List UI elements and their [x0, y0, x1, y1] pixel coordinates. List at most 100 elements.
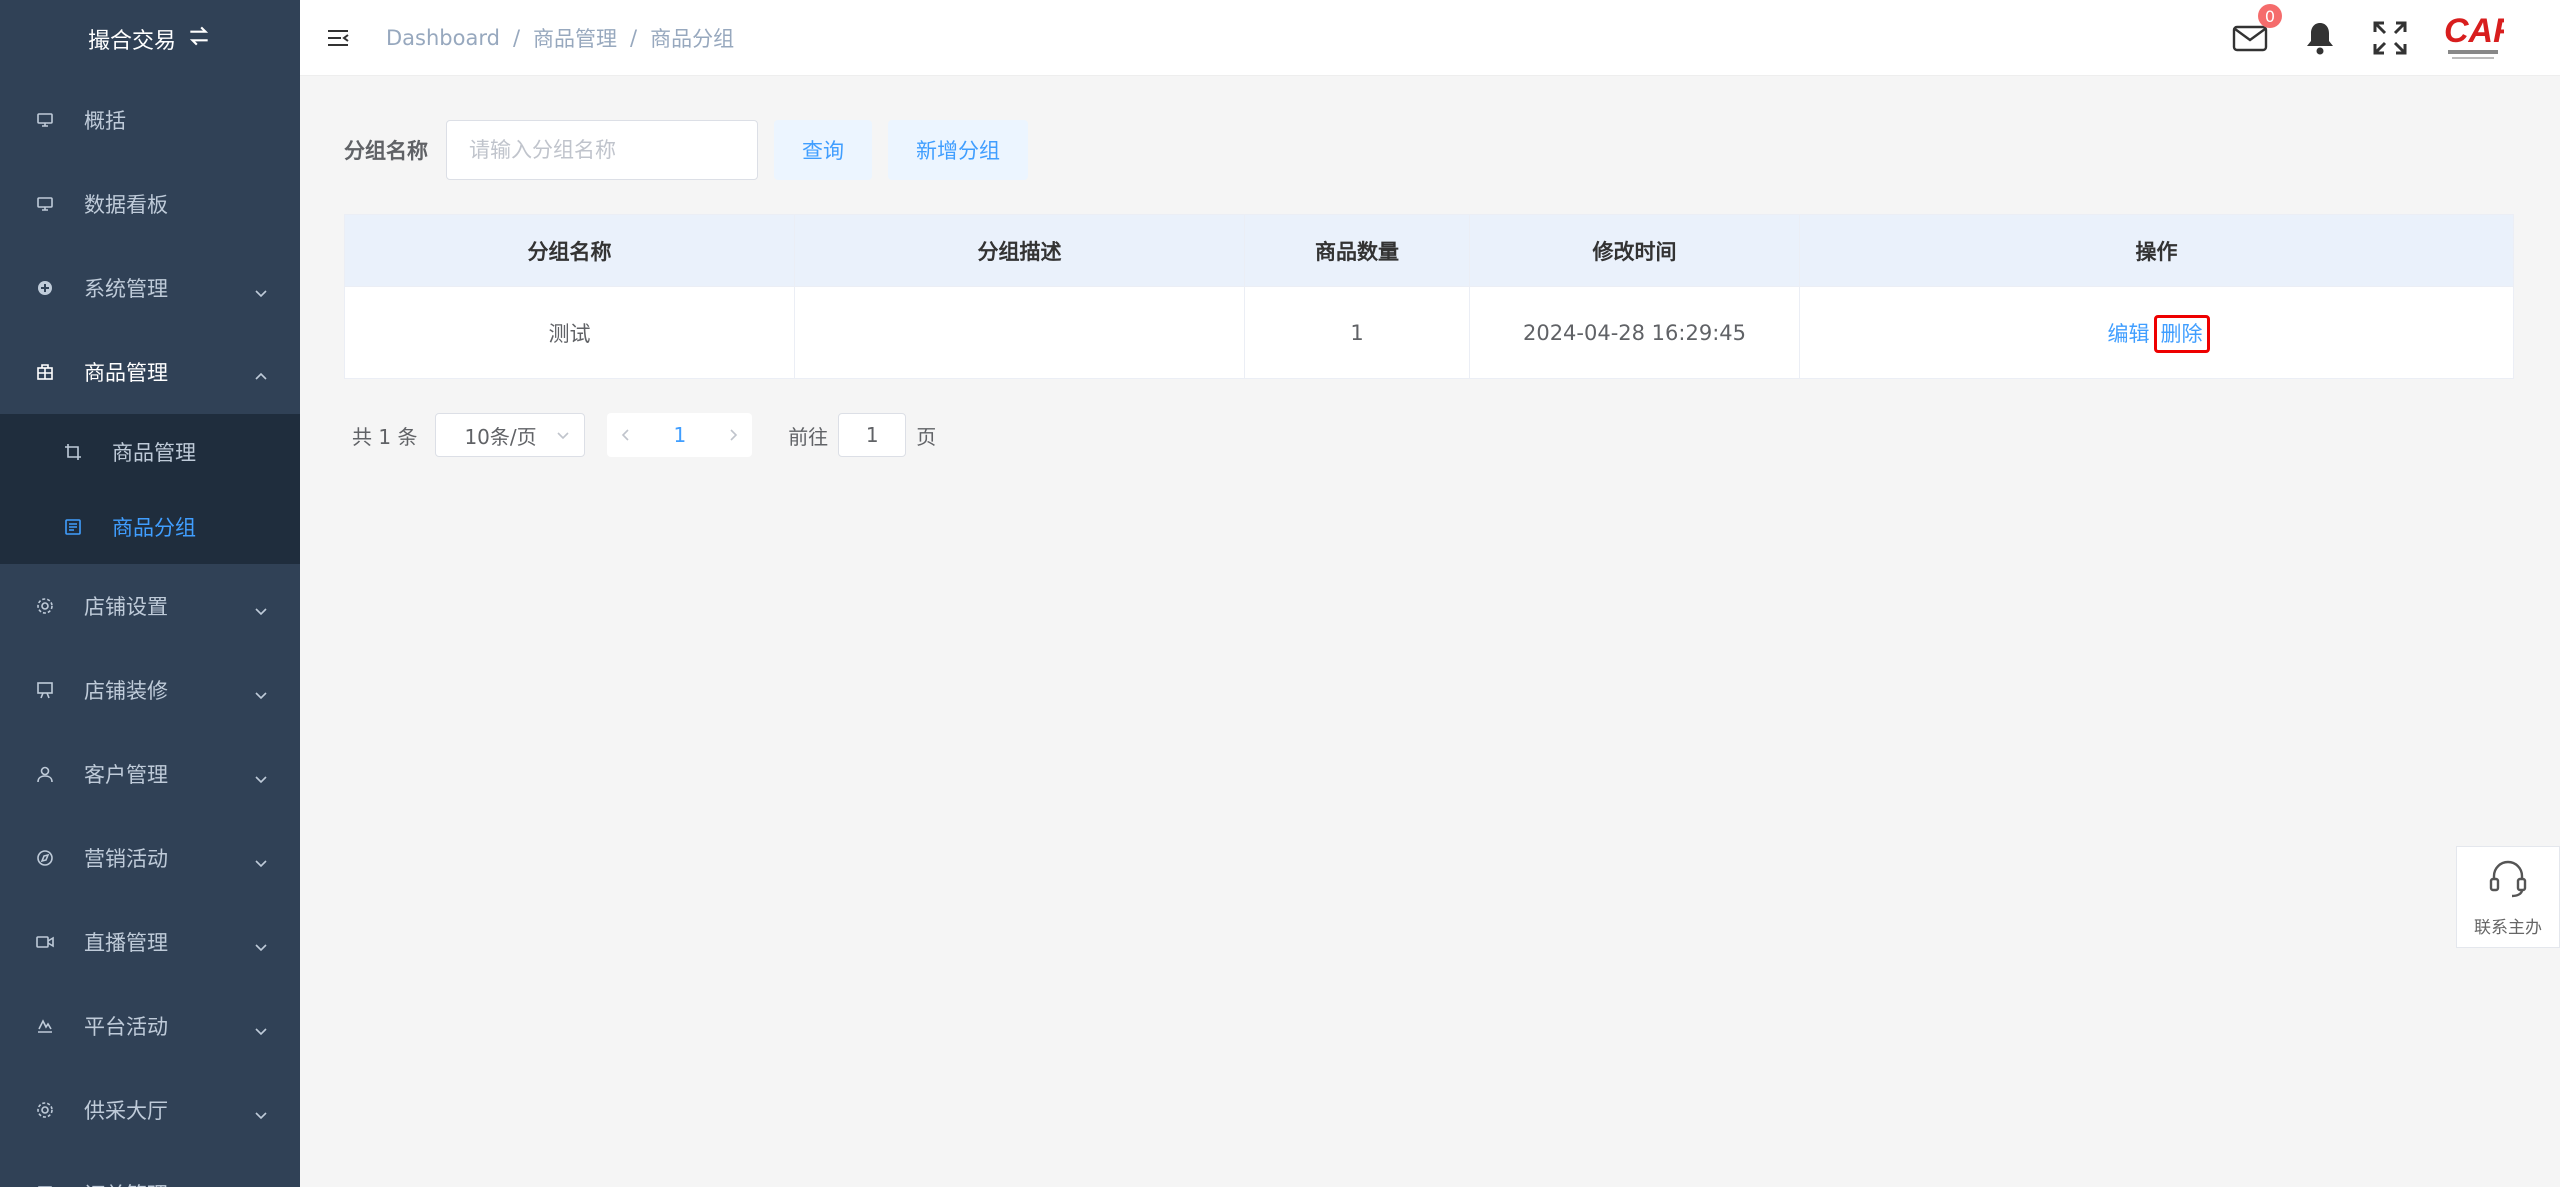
- search-form: 分组名称 查询 新增分组: [344, 120, 2516, 180]
- pagination: 共 1 条 10条/页 1 前往 页: [344, 413, 2516, 457]
- sidebar-item-live[interactable]: 直播管理: [0, 900, 300, 984]
- navbar: Dashboard / 商品管理 / 商品分组 0 CAF: [300, 0, 2560, 76]
- edit-button[interactable]: 编辑: [2104, 320, 2154, 348]
- sidebar-item-dashboard[interactable]: 数据看板: [0, 162, 300, 246]
- add-group-button[interactable]: 新增分组: [888, 120, 1028, 180]
- query-button[interactable]: 查询: [774, 120, 872, 180]
- group-name-label: 分组名称: [344, 139, 428, 163]
- chevron-down-icon: [254, 1019, 268, 1036]
- table-row: 测试 1 2024-04-28 16:29:45 编辑 删除: [344, 286, 2514, 379]
- group-name-input[interactable]: [446, 120, 758, 180]
- col-actions: 操作: [1799, 214, 2514, 287]
- sidebar-item-label: 系统管理: [84, 277, 168, 301]
- col-product-count: 商品数量: [1244, 214, 1470, 287]
- bell-icon[interactable]: [2302, 20, 2338, 56]
- sidebar-item-system[interactable]: 系统管理: [0, 246, 300, 330]
- sidebar-subitem-product-groups[interactable]: 商品分组: [0, 489, 300, 564]
- chevron-down-icon: [254, 1103, 268, 1120]
- brand-title: 撮合交易: [87, 29, 176, 54]
- brand[interactable]: 撮合交易: [0, 0, 300, 78]
- goto-page-input[interactable]: [838, 413, 907, 457]
- sidebar-item-label: 商品管理: [112, 440, 196, 465]
- goto-label: 前往: [788, 424, 829, 449]
- plus-circle-icon: [36, 279, 54, 297]
- prev-page-icon[interactable]: [619, 428, 633, 442]
- breadcrumb-separator: /: [630, 25, 638, 50]
- page-jumper: 前往 页: [788, 413, 936, 457]
- compass-icon: [36, 849, 54, 867]
- pagination-total: 共 1 条: [352, 424, 418, 449]
- next-page-icon[interactable]: [726, 428, 740, 442]
- right-menu: 0 CAF: [2232, 0, 2504, 76]
- page-size-value: 10条/页: [464, 424, 537, 449]
- chevron-up-icon: [254, 365, 268, 380]
- sidebar-item-label: 商品管理: [84, 361, 168, 385]
- sidebar-item-platform-activities[interactable]: 平台活动: [0, 984, 300, 1068]
- breadcrumb-separator: /: [512, 25, 521, 50]
- col-group-desc: 分组描述: [794, 214, 1245, 287]
- sidebar-item-label: 数据看板: [84, 193, 168, 217]
- breadcrumb-dashboard[interactable]: Dashboard: [386, 26, 500, 50]
- sidebar-item-label: 商品分组: [112, 515, 196, 540]
- chevron-down-icon: [254, 935, 268, 952]
- sidebar-item-label: 订单管理: [84, 1179, 168, 1187]
- sidebar-item-products[interactable]: 商品管理: [0, 330, 300, 414]
- headset-icon: [2486, 856, 2530, 905]
- grid-icon: [36, 363, 54, 381]
- sign-icon: [36, 1017, 54, 1035]
- page-number[interactable]: 1: [673, 423, 686, 447]
- col-group-name: 分组名称: [344, 214, 795, 287]
- sidebar-item-procurement[interactable]: 供采大厅: [0, 1068, 300, 1152]
- breadcrumb-products[interactable]: 商品管理: [533, 23, 617, 53]
- sidebar-item-label: 供采大厅: [84, 1099, 168, 1123]
- products-submenu: 商品管理 商品分组: [0, 414, 300, 564]
- sidebar-item-label: 营销活动: [84, 847, 168, 871]
- monitor-icon: [36, 111, 54, 129]
- chevron-down-icon: [556, 428, 570, 442]
- list-icon: [64, 518, 82, 536]
- sidebar-item-orders[interactable]: 订单管理: [0, 1152, 300, 1187]
- sidebar-item-label: 客户管理: [84, 763, 168, 787]
- sidebar-item-label: 店铺装修: [84, 679, 168, 703]
- chevron-down-icon: [254, 767, 268, 784]
- sidebar-subitem-product-management[interactable]: 商品管理: [0, 414, 300, 489]
- chevron-down-icon: [254, 281, 268, 298]
- sidebar-item-label: 概括: [84, 109, 126, 133]
- delete-button[interactable]: 删除: [2153, 314, 2210, 353]
- chevron-down-icon: [254, 851, 268, 868]
- video-icon: [36, 933, 54, 951]
- cell-actions: 编辑 删除: [1799, 286, 2514, 379]
- sidebar: 撮合交易 概括 数据看板 系统管理 商品管理 商品管理 商品分组 店铺设置 店铺…: [0, 0, 300, 1187]
- avatar[interactable]: CAF: [2442, 10, 2504, 66]
- easel-icon: [36, 681, 54, 699]
- switch-icon[interactable]: [186, 23, 212, 55]
- contact-label: 联系主办: [2474, 918, 2542, 938]
- table-header-row: 分组名称 分组描述 商品数量 修改时间 操作: [344, 214, 2514, 287]
- hamburger-icon[interactable]: [326, 26, 350, 50]
- gear-icon: [36, 1101, 54, 1119]
- contact-organizer-button[interactable]: 联系主办: [2456, 846, 2560, 948]
- cell-group-name: 测试: [344, 286, 795, 379]
- fullscreen-icon[interactable]: [2372, 20, 2408, 56]
- sidebar-item-marketing[interactable]: 营销活动: [0, 816, 300, 900]
- breadcrumb: Dashboard / 商品管理 / 商品分组: [386, 23, 734, 53]
- col-modified-time: 修改时间: [1469, 214, 1800, 287]
- sidebar-item-customers[interactable]: 客户管理: [0, 732, 300, 816]
- cell-group-desc: [794, 286, 1245, 379]
- chevron-down-icon: [254, 683, 268, 700]
- breadcrumb-product-groups: 商品分组: [650, 26, 735, 51]
- page-size-select[interactable]: 10条/页: [435, 413, 586, 457]
- sidebar-item-shop-decoration[interactable]: 店铺装修: [0, 648, 300, 732]
- user-icon: [36, 765, 54, 783]
- cell-modified-time: 2024-04-28 16:29:45: [1469, 286, 1800, 379]
- groups-table: 分组名称 分组描述 商品数量 修改时间 操作 测试 1 2024-04-28 1…: [344, 214, 2514, 379]
- mail-button[interactable]: 0: [2232, 4, 2282, 56]
- sidebar-item-overview[interactable]: 概括: [0, 78, 300, 162]
- gear-icon: [36, 597, 54, 615]
- chevron-down-icon: [254, 599, 268, 616]
- svg-text:CAF: CAF: [2444, 12, 2504, 50]
- mail-badge: 0: [2258, 4, 2282, 28]
- sidebar-item-label: 店铺设置: [84, 595, 168, 619]
- sidebar-item-shop-settings[interactable]: 店铺设置: [0, 564, 300, 648]
- pager: 1: [607, 413, 753, 457]
